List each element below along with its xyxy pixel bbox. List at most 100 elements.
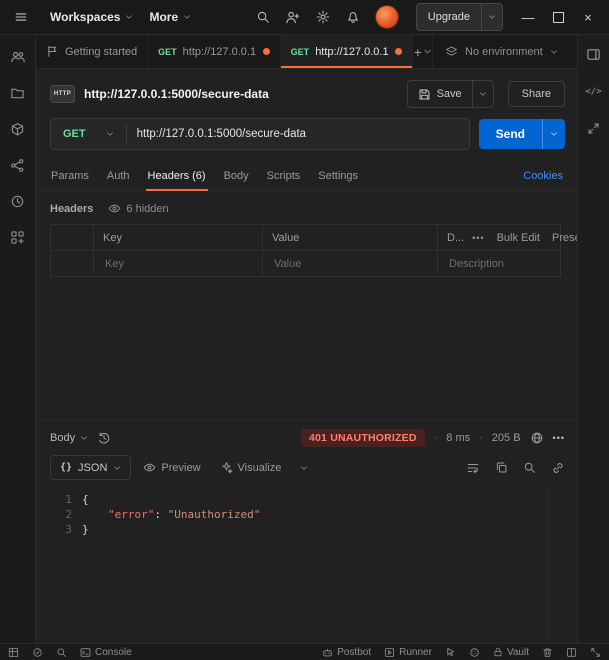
grid-panel-icon[interactable]: [8, 647, 19, 658]
status-bar: Console Postbot Runner Vault: [0, 643, 609, 660]
tab-auth[interactable]: Auth: [98, 161, 139, 190]
wrap-text-icon[interactable]: [466, 461, 480, 475]
console-label: Console: [95, 647, 132, 658]
apis-cube-icon[interactable]: [10, 122, 25, 137]
search-icon[interactable]: [250, 4, 276, 30]
collections-folder-icon[interactable]: [10, 86, 25, 101]
link-icon[interactable]: [551, 461, 565, 475]
share-label: Share: [522, 88, 551, 100]
workspaces-menu[interactable]: Workspaces: [50, 10, 133, 24]
send-button[interactable]: Send: [479, 119, 542, 149]
globe-icon[interactable]: [530, 431, 544, 445]
tab-params[interactable]: Params: [42, 161, 98, 190]
topbar: Workspaces More Upgrade — ×: [0, 0, 609, 35]
settings-gear-icon[interactable]: [310, 4, 336, 30]
tab-label: Getting started: [65, 46, 137, 58]
response-format-dropdown[interactable]: {} JSON: [50, 455, 131, 480]
json-separator: :: [154, 508, 167, 521]
search-icon[interactable]: [523, 461, 536, 474]
row-checkbox-cell[interactable]: [50, 251, 93, 276]
tab-body[interactable]: Body: [215, 161, 258, 190]
more-menu[interactable]: More: [149, 10, 191, 24]
window-close-button[interactable]: ×: [575, 4, 601, 30]
bulk-edit-button[interactable]: Bulk Edit: [497, 232, 540, 244]
cookies-icon[interactable]: [469, 647, 480, 658]
http-request-icon: HTTP: [50, 85, 75, 103]
save-options-chevron[interactable]: [472, 81, 493, 107]
headers-section-header: Headers 6 hidden: [36, 191, 577, 224]
vault-button[interactable]: Vault: [493, 647, 529, 658]
console-button[interactable]: Console: [80, 647, 132, 658]
response-time[interactable]: 8 ms: [434, 432, 471, 444]
response-history-icon[interactable]: [97, 431, 111, 445]
tab-settings[interactable]: Settings: [309, 161, 367, 190]
header-description-input[interactable]: [447, 257, 551, 271]
response-json: { "error": "Unauthorized" }: [82, 492, 260, 643]
url-box: GET: [50, 118, 470, 150]
extensions-blocks-icon[interactable]: [10, 230, 25, 245]
flows-network-icon[interactable]: [10, 158, 25, 173]
response-more-options-icon[interactable]: •••: [553, 433, 565, 443]
empty-area: [36, 277, 577, 420]
header-value-input[interactable]: [272, 257, 428, 271]
method-selector[interactable]: GET: [51, 119, 126, 149]
url-input[interactable]: [127, 119, 469, 149]
environment-selector[interactable]: No environment: [432, 35, 577, 68]
cookies-link[interactable]: Cookies: [523, 170, 563, 182]
find-replace-search-icon[interactable]: [56, 647, 67, 658]
vault-label: Vault: [507, 647, 529, 658]
tab-scripts[interactable]: Scripts: [258, 161, 310, 190]
user-avatar[interactable]: [375, 5, 399, 29]
copy-icon[interactable]: [495, 461, 508, 474]
trash-icon[interactable]: [542, 647, 553, 658]
table-row: [50, 251, 561, 277]
tab-label: Scripts: [267, 170, 301, 182]
method-label: GET: [63, 128, 86, 140]
preview-button[interactable]: Preview: [136, 458, 207, 477]
share-button[interactable]: Share: [508, 81, 565, 107]
visualize-options-chevron[interactable]: [293, 461, 315, 475]
capture-cursor-icon[interactable]: [445, 647, 456, 658]
history-clock-icon[interactable]: [10, 194, 25, 209]
robot-icon: [322, 647, 333, 658]
expand-icon[interactable]: [590, 647, 601, 658]
code-snippet-icon[interactable]: </>: [585, 87, 601, 97]
menu-icon[interactable]: [8, 4, 34, 30]
tab-method-label: GET: [158, 47, 177, 57]
window-maximize-button[interactable]: [545, 4, 571, 30]
split-pane-icon[interactable]: [566, 647, 577, 658]
send-button-group: Send: [479, 119, 565, 149]
people-icon[interactable]: [10, 49, 26, 65]
header-key-input[interactable]: [103, 257, 253, 271]
tab-label: Body: [224, 170, 249, 182]
upgrade-options-chevron[interactable]: [481, 4, 502, 30]
tab-strip: Getting started GET http://127.0.0.1:50 …: [36, 35, 577, 69]
window-minimize-button[interactable]: —: [515, 4, 541, 30]
unsaved-changes-dot: [263, 48, 270, 55]
expand-arrows-icon[interactable]: [587, 122, 600, 135]
side-panel-icon[interactable]: [586, 47, 601, 62]
response-view-selector[interactable]: Body: [50, 432, 88, 444]
tab-list-chevron[interactable]: [423, 35, 432, 68]
more-options-icon[interactable]: •••: [472, 233, 484, 243]
line-number: 2: [36, 507, 72, 522]
runner-button[interactable]: Runner: [384, 647, 432, 658]
invite-user-icon[interactable]: [280, 4, 306, 30]
tab-headers[interactable]: Headers(6): [139, 161, 215, 190]
save-button[interactable]: Save: [408, 81, 472, 107]
tab-getting-started[interactable]: Getting started: [36, 35, 148, 68]
check-circle-icon[interactable]: [32, 647, 43, 658]
eye-icon: [108, 202, 121, 215]
hidden-headers-toggle[interactable]: 6 hidden: [103, 200, 173, 217]
response-size[interactable]: 205 B: [479, 432, 520, 444]
response-body-viewer[interactable]: 1 2 3 { "error": "Unauthorized" }: [36, 486, 577, 643]
visualize-button[interactable]: Visualize: [213, 458, 289, 477]
upgrade-button[interactable]: Upgrade: [416, 3, 503, 31]
postbot-button[interactable]: Postbot: [322, 647, 371, 658]
send-options-chevron[interactable]: [542, 119, 565, 149]
new-tab-button[interactable]: +: [413, 35, 422, 68]
status-badge[interactable]: 401 UNAUTHORIZED: [301, 429, 425, 447]
notifications-bell-icon[interactable]: [340, 4, 366, 30]
tab-request-2-active[interactable]: GET http://127.0.0.1:50: [281, 35, 414, 68]
tab-request-1[interactable]: GET http://127.0.0.1:50: [148, 35, 281, 68]
